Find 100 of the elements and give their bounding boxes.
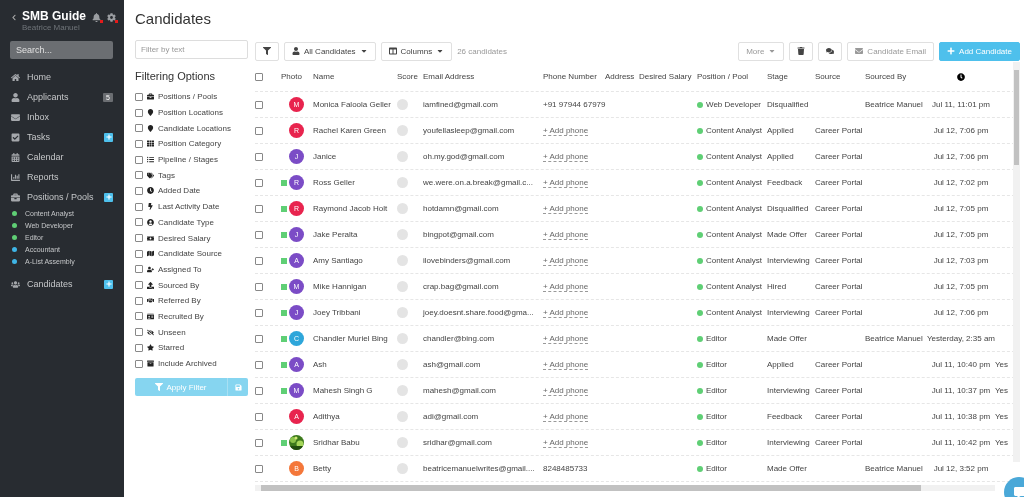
checkbox[interactable] [135,296,143,305]
column-header[interactable]: Phone Number [543,72,605,81]
nav-item[interactable]: Inbox [0,107,124,127]
column-header[interactable]: Score [397,72,423,81]
checkbox[interactable] [135,281,143,290]
add-button[interactable] [104,132,113,142]
add-phone-link[interactable]: + Add phone [543,229,589,240]
page-title: Candidates [135,9,212,29]
nav-item[interactable]: Positions / Pools [0,187,124,207]
score-circle [397,359,408,370]
horizontal-scrollbar[interactable] [255,485,995,491]
checkbox[interactable] [255,256,263,265]
filter-field[interactable]: Filter by text [135,40,248,59]
settings-icon[interactable] [107,13,116,22]
vertical-scrollbar[interactable] [1013,62,1020,462]
back-icon[interactable] [12,13,16,22]
add-button[interactable] [104,192,113,202]
checkbox[interactable] [255,72,263,81]
nav-label: Inbox [27,112,51,122]
checkbox[interactable] [255,178,263,187]
name-cell[interactable]: Mahesh Singh G [313,386,397,395]
delete-button[interactable] [789,41,814,61]
checkbox[interactable] [255,412,263,421]
nav-item[interactable]: Tasks [0,127,124,147]
checkbox[interactable] [255,334,263,343]
add-phone-link[interactable]: + Add phone [543,203,589,214]
column-header[interactable]: Name [313,72,397,81]
nav-item[interactable]: Candidates [0,274,124,294]
name-cell[interactable]: Ross Geller [313,178,397,187]
column-header[interactable]: Source [815,72,865,81]
add-phone-link[interactable]: + Add phone [543,411,589,422]
checkbox[interactable] [255,126,263,135]
add-phone-link[interactable]: + Add phone [543,307,589,318]
checkbox[interactable] [135,171,143,180]
name-cell[interactable]: Amy Santiago [313,256,397,265]
bell-icon[interactable] [92,13,101,22]
checkbox[interactable] [135,155,143,164]
add-phone-link[interactable]: + Add phone [543,255,589,266]
comments-button[interactable] [818,41,843,61]
checkbox[interactable] [255,386,263,395]
star-icon [147,344,154,352]
checkbox[interactable] [255,282,263,291]
name-cell[interactable]: Sridhar Babu [313,438,397,447]
columns-dropdown[interactable]: Columns [380,41,453,61]
column-header[interactable]: Position / Pool [697,72,767,81]
checkbox[interactable] [135,328,143,337]
checkbox[interactable] [135,218,143,227]
checkbox[interactable] [135,312,143,321]
checkbox[interactable] [255,438,263,447]
checkbox[interactable] [255,464,263,473]
checkbox[interactable] [255,230,263,239]
column-header[interactable]: Desired Salary [639,72,697,81]
column-header[interactable]: Photo [281,72,313,81]
search-field[interactable]: Search... [10,41,113,59]
checkbox[interactable] [135,249,143,258]
column-header[interactable]: Email Address [423,72,543,81]
add-phone-link[interactable]: + Add phone [543,151,589,162]
checkbox[interactable] [255,360,263,369]
name-cell[interactable]: Jake Peralta [313,230,397,239]
name-cell[interactable]: Rachel Karen Green [313,126,397,135]
name-cell[interactable]: Raymond Jacob Holt [313,204,397,213]
name-cell[interactable]: Mike Hannigan [313,282,397,291]
add-phone-link[interactable]: + Add phone [543,385,589,396]
checkbox[interactable] [135,359,143,368]
checkbox[interactable] [135,234,143,243]
checkbox[interactable] [255,100,263,109]
add-button[interactable] [104,279,113,289]
filter-toggle-button[interactable] [255,41,279,61]
add-phone-link[interactable]: + Add phone [543,281,589,292]
add-phone-link[interactable]: + Add phone [543,125,589,136]
add-phone-link[interactable]: + Add phone [543,359,589,370]
add-phone-link[interactable]: + Add phone [543,177,589,188]
checkbox[interactable] [135,139,143,148]
checkbox[interactable] [255,204,263,213]
name-cell[interactable]: Ash [313,360,397,369]
checkbox[interactable] [135,124,143,133]
checkbox[interactable] [135,202,143,211]
name-cell[interactable]: Betty [313,464,397,473]
name-cell[interactable]: Janice [313,152,397,161]
name-cell[interactable]: Chandler Muriel Bing [313,334,397,343]
clock-icon[interactable] [957,72,965,81]
checkbox[interactable] [255,308,263,317]
nav-item[interactable]: Reports [0,167,124,187]
name-cell[interactable]: Monica Faloola Geller [313,100,397,109]
checkbox[interactable] [135,186,143,195]
column-header[interactable]: Stage [767,72,815,81]
nav-item[interactable]: Calendar [0,147,124,167]
nav-item[interactable]: Home [0,67,124,87]
checkbox[interactable] [135,92,143,101]
add-phone-link[interactable]: + Add phone [543,333,589,344]
name-cell[interactable]: Adithya [313,412,397,421]
checkbox[interactable] [255,152,263,161]
checkbox[interactable] [135,108,143,117]
view-dropdown[interactable]: All Candidates [284,41,376,61]
name-cell[interactable]: Joey Tribbani [313,308,397,317]
column-header[interactable]: Sourced By [865,72,927,81]
add-phone-link[interactable]: + Add phone [543,437,589,448]
checkbox[interactable] [135,265,143,274]
checkbox[interactable] [135,343,143,352]
column-header[interactable]: Address [605,72,639,81]
